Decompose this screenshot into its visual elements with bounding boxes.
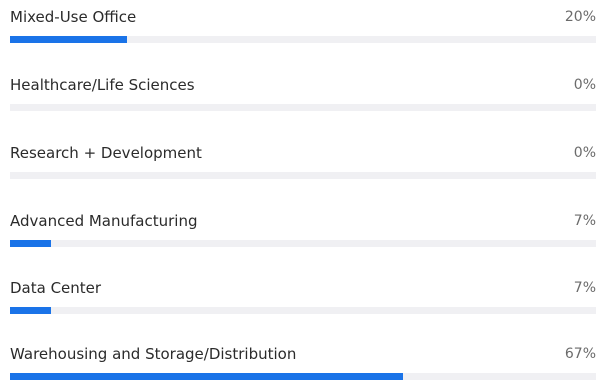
progress-track <box>10 172 596 179</box>
result-label-line: Healthcare/Life Sciences 0% <box>10 74 596 96</box>
result-row-warehousing-storage-distribution: Warehousing and Storage/Distribution 67% <box>10 343 596 383</box>
progress-fill <box>10 307 52 314</box>
result-label: Warehousing and Storage/Distribution <box>10 345 297 363</box>
result-percent: 20% <box>564 9 596 25</box>
result-label: Mixed-Use Office <box>10 8 137 26</box>
result-label-line: Warehousing and Storage/Distribution 67% <box>10 343 596 365</box>
result-percent: 0% <box>573 145 596 161</box>
result-percent: 0% <box>573 77 596 93</box>
result-label-line: Data Center 7% <box>10 277 596 299</box>
result-percent: 7% <box>573 213 596 229</box>
result-row-data-center: Data Center 7% <box>10 277 596 317</box>
result-label: Research + Development <box>10 144 202 162</box>
result-label-line: Advanced Manufacturing 7% <box>10 210 596 232</box>
progress-track <box>10 307 596 314</box>
progress-fill <box>10 36 128 43</box>
result-row-mixed-use-office: Mixed-Use Office 20% <box>10 6 596 46</box>
progress-track <box>10 36 596 43</box>
results-panel: Mixed-Use Office 20% Healthcare/Life Sci… <box>0 0 598 380</box>
result-label-line: Research + Development 0% <box>10 142 596 164</box>
result-row-advanced-manufacturing: Advanced Manufacturing 7% <box>10 210 596 250</box>
progress-track <box>10 104 596 111</box>
result-label-line: Mixed-Use Office 20% <box>10 6 596 28</box>
result-label: Advanced Manufacturing <box>10 212 198 230</box>
progress-track <box>10 240 596 247</box>
result-row-research-development: Research + Development 0% <box>10 142 596 182</box>
result-percent: 7% <box>573 280 596 296</box>
result-row-healthcare-life-sciences: Healthcare/Life Sciences 0% <box>10 74 596 114</box>
result-label: Healthcare/Life Sciences <box>10 76 195 94</box>
result-label: Data Center <box>10 279 102 297</box>
progress-fill <box>10 240 52 247</box>
result-percent: 67% <box>564 346 596 362</box>
